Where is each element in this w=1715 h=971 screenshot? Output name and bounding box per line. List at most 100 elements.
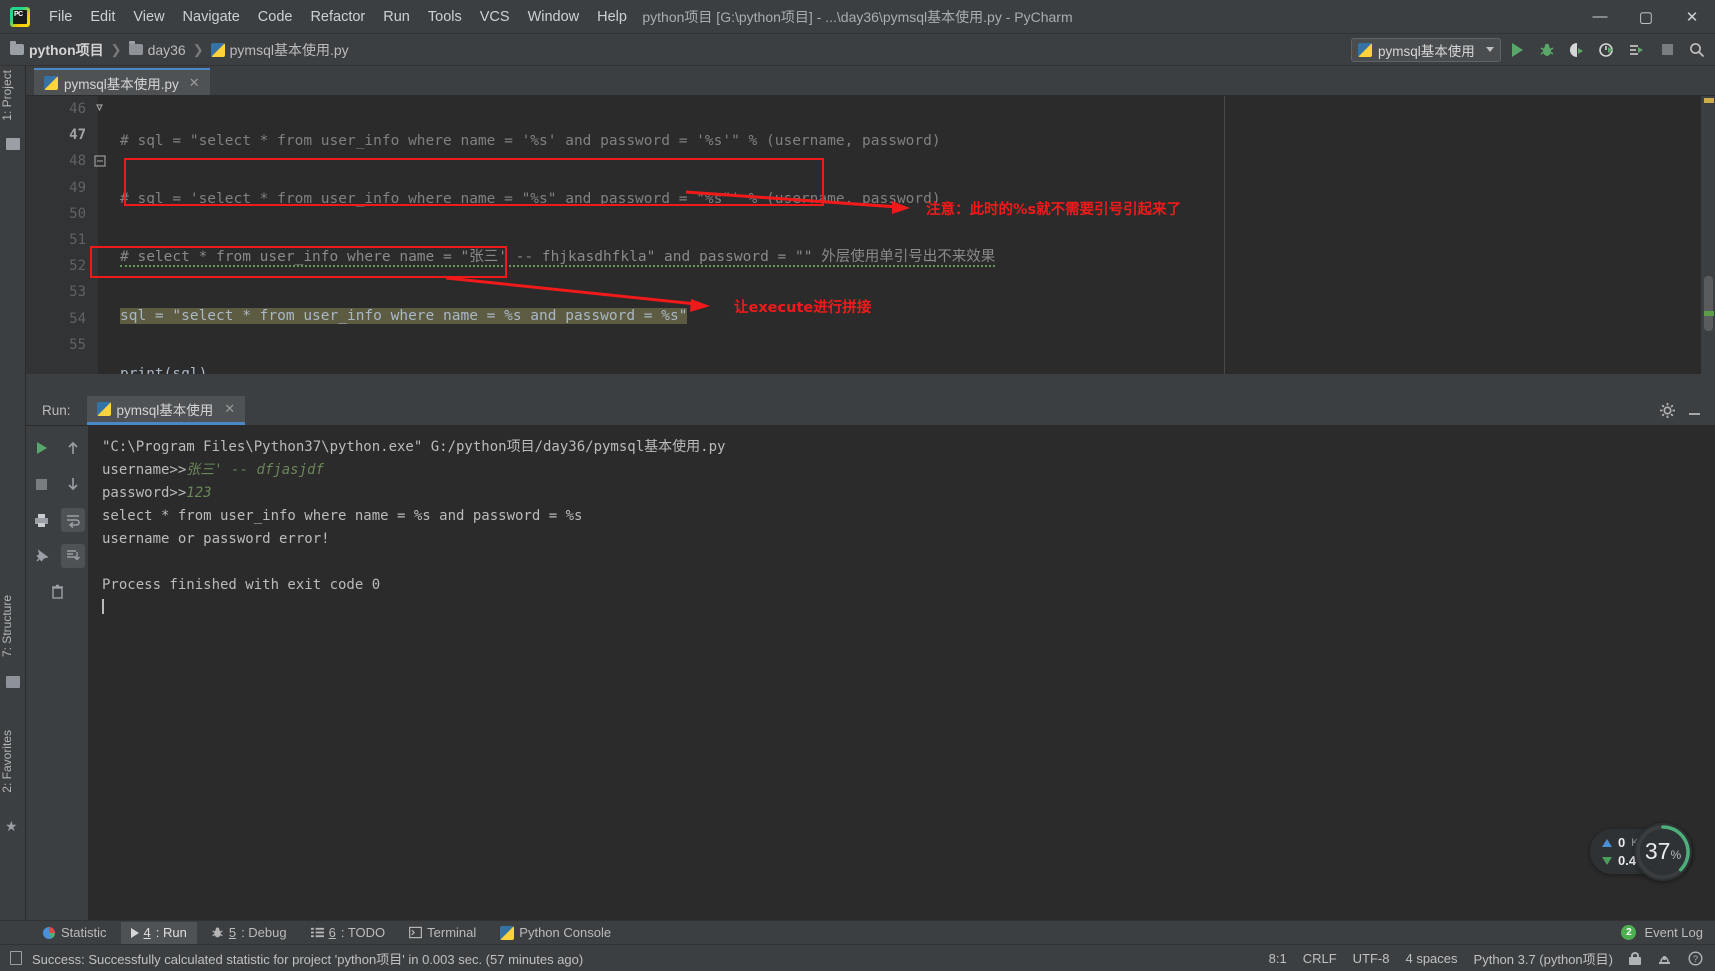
console-user-input: 123	[186, 485, 212, 501]
code-line-48: # select * from user_info where name = "…	[98, 244, 1715, 270]
menu-run[interactable]: Run	[374, 5, 419, 29]
down-stacktrace-button[interactable]	[61, 472, 85, 496]
warning-marker[interactable]	[1704, 98, 1714, 103]
breadcrumb-label: day36	[147, 41, 186, 58]
run-with-coverage-button[interactable]	[1563, 37, 1591, 63]
stop-button[interactable]	[30, 472, 54, 496]
line-separator[interactable]: CRLF	[1303, 951, 1337, 966]
menu-help[interactable]: Help	[588, 5, 636, 29]
sidebar-item-structure[interactable]: 7: Structure	[0, 591, 26, 661]
print-button[interactable]	[30, 508, 54, 532]
bottom-item-label: Terminal	[427, 925, 477, 940]
soft-wrap-button[interactable]	[60, 508, 85, 532]
bottom-item-terminal[interactable]: Terminal	[399, 922, 486, 944]
sidebar-item-project[interactable]: 1: Project	[0, 66, 26, 125]
pin-tab-button[interactable]	[30, 544, 54, 568]
code-editor[interactable]: 46 47 48 49 50 51 52 53 54 55 # sql = "s…	[26, 96, 1715, 374]
editor-scrollbar[interactable]	[1701, 96, 1715, 374]
cpu-usage-gauge[interactable]: 37%	[1634, 822, 1692, 881]
change-marker[interactable]	[1704, 311, 1714, 316]
run-configuration-selector[interactable]: pymsql基本使用	[1351, 37, 1501, 62]
system-monitor-widget[interactable]: 0 K/s 0.4 K/s 37%	[1590, 822, 1692, 881]
python-file-icon	[1358, 42, 1372, 57]
rerun-button[interactable]	[30, 436, 54, 460]
line-number: 52	[69, 258, 86, 275]
editor-gutter[interactable]: 46 47 48 49 50 51 52 53 54 55	[26, 96, 98, 374]
minimize-icon[interactable]	[1686, 402, 1703, 419]
code-text: sql = "select * from user_info where nam…	[120, 307, 688, 324]
breadcrumb-project[interactable]: python项目	[10, 40, 104, 60]
window-controls: — ▢ ✕	[1577, 0, 1715, 34]
event-log-button[interactable]: Event Log	[1644, 925, 1703, 940]
bottom-item-debug[interactable]: 5: Debug	[201, 922, 297, 944]
run-with-console-button[interactable]	[1623, 37, 1651, 63]
line-number: 50	[69, 205, 86, 222]
bottom-item-run[interactable]: 4: Run	[120, 921, 197, 944]
scrollbar-thumb[interactable]	[1704, 276, 1713, 331]
breadcrumb-label: python项目	[29, 41, 104, 58]
menu-edit[interactable]: Edit	[81, 5, 124, 29]
bottom-item-label: : TODO	[340, 925, 386, 940]
bottom-tool-window-bar: Statistic 4: Run 5: Debug 6 : TODO Termin…	[0, 920, 1715, 944]
lock-icon[interactable]	[1629, 951, 1641, 965]
run-tab-label: pymsql基本使用	[116, 403, 214, 418]
editor-tab-strip: pymsql基本使用.py ✕	[0, 66, 1715, 96]
annotation-note-2: 让execute进行拼接	[734, 300, 872, 316]
profile-button[interactable]	[1593, 37, 1621, 63]
clear-all-button[interactable]	[45, 580, 69, 604]
right-margin-guide	[1224, 96, 1225, 374]
minimize-button[interactable]: —	[1577, 0, 1623, 34]
breadcrumb-day36[interactable]: day36	[128, 41, 186, 58]
run-console-output[interactable]: "C:\Program Files\Python37\python.exe" G…	[88, 426, 1715, 920]
event-log-badge: 2	[1621, 925, 1637, 940]
debug-button[interactable]	[1533, 37, 1561, 63]
menu-code[interactable]: Code	[249, 5, 302, 29]
console-prompt: password>>	[102, 485, 187, 501]
run-panel-header: Run: pymsql基本使用 ✕	[26, 396, 1715, 426]
pycharm-logo-icon: PC	[10, 6, 30, 27]
bottom-item-mnemonic: 5	[228, 925, 237, 940]
console-line: password>>123	[102, 482, 1715, 505]
project-folder-icon[interactable]	[6, 138, 20, 150]
menu-window[interactable]: Window	[519, 5, 589, 29]
sidebar-item-favorites[interactable]: 2: Favorites	[0, 726, 26, 797]
editor-code-area[interactable]: # sql = "select * from user_info where n…	[98, 96, 1715, 374]
menu-vcs[interactable]: VCS	[471, 5, 519, 29]
menu-tools[interactable]: Tools	[419, 5, 471, 29]
menu-navigate[interactable]: Navigate	[174, 5, 249, 29]
close-button[interactable]: ✕	[1669, 0, 1715, 34]
run-icon	[130, 927, 139, 938]
close-icon[interactable]: ✕	[189, 75, 200, 91]
run-tool-window: Run: pymsql基本使用 ✕ "C:\Program Files\Pyth…	[26, 396, 1715, 920]
breadcrumb-file[interactable]: pymsql基本使用.py	[210, 40, 349, 60]
editor-tab-pymsql[interactable]: pymsql基本使用.py ✕	[34, 68, 210, 95]
help-icon[interactable]: ?	[1688, 950, 1703, 966]
indent-setting[interactable]: 4 spaces	[1405, 951, 1457, 966]
run-tab-pymsql[interactable]: pymsql基本使用 ✕	[86, 396, 246, 425]
menu-file[interactable]: File	[40, 5, 81, 29]
scroll-to-end-button[interactable]	[60, 544, 85, 568]
bottom-item-python-console[interactable]: Python Console	[490, 922, 621, 944]
up-stacktrace-button[interactable]	[61, 436, 85, 460]
menu-view[interactable]: View	[124, 5, 173, 29]
stop-button[interactable]	[1653, 37, 1681, 63]
gear-icon[interactable]	[1659, 402, 1676, 419]
download-arrow-icon	[1602, 856, 1613, 865]
structure-icon[interactable]	[6, 676, 20, 688]
python-interpreter[interactable]: Python 3.7 (python项目)	[1474, 949, 1613, 968]
maximize-button[interactable]: ▢	[1623, 0, 1669, 34]
code-text: # sql = "select * from user_info where n…	[120, 133, 941, 149]
hector-icon[interactable]	[1657, 951, 1672, 966]
line-number: 49	[69, 179, 86, 196]
bottom-item-todo[interactable]: 6 : TODO	[301, 922, 396, 944]
caret-position[interactable]: 8:1	[1269, 951, 1287, 966]
menu-refactor[interactable]: Refactor	[301, 5, 374, 29]
star-icon[interactable]: ★	[5, 818, 18, 835]
bottom-item-statistic[interactable]: Statistic	[32, 922, 117, 944]
logo-text: PC	[14, 10, 23, 18]
close-icon[interactable]: ✕	[224, 401, 235, 417]
run-button[interactable]	[1503, 37, 1531, 63]
search-everywhere-icon[interactable]	[1683, 37, 1711, 63]
bottom-item-mnemonic: 6	[328, 925, 336, 940]
file-encoding[interactable]: UTF-8	[1353, 951, 1390, 966]
